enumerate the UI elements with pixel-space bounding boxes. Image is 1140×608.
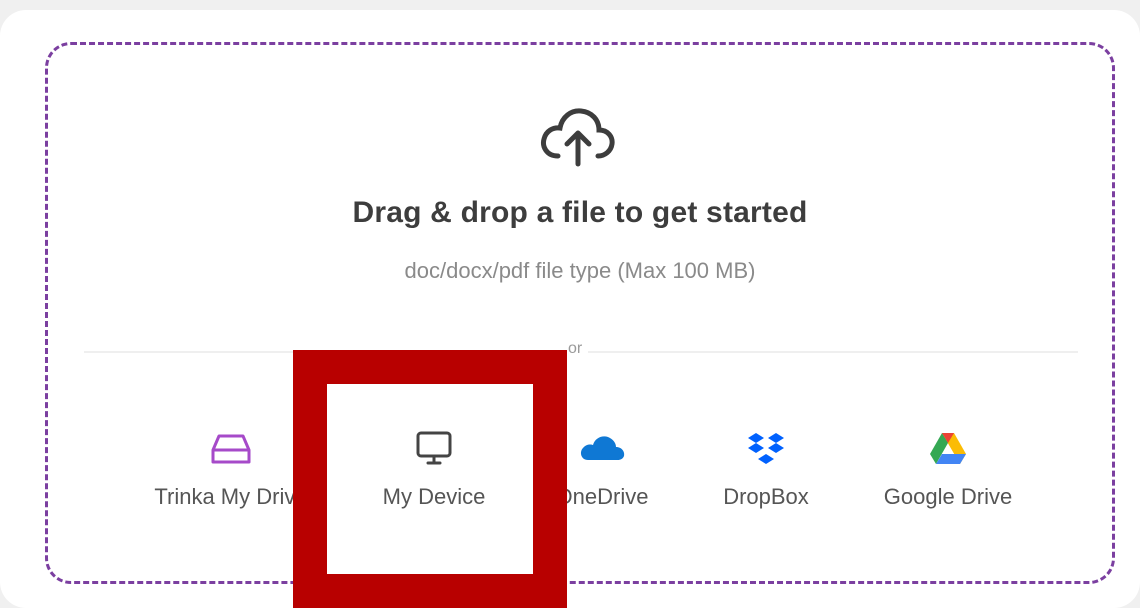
source-label: Trinka My Drive — [154, 484, 308, 509]
cloud-upload-icon — [541, 108, 615, 167]
source-my-device[interactable]: My Device — [354, 430, 514, 520]
source-google-drive[interactable]: Google Drive — [860, 430, 1036, 520]
source-label: My Device — [382, 484, 486, 509]
source-onedrive[interactable]: OneDrive — [520, 430, 684, 520]
source-label: OneDrive — [555, 484, 649, 509]
dropzone-subtitle: doc/docx/pdf file type (Max 100 MB) — [404, 258, 756, 283]
source-dropbox[interactable]: DropBox — [696, 430, 836, 520]
source-trinka-my-drive[interactable]: Trinka My Drive — [116, 430, 346, 520]
dropbox-icon — [748, 433, 784, 464]
drive-tray-icon — [211, 434, 251, 464]
monitor-icon — [416, 431, 452, 465]
source-label: DropBox — [723, 484, 809, 509]
dropzone-title: Drag & drop a file to get started — [352, 196, 808, 229]
divider-or-text: or — [562, 340, 589, 358]
google-drive-icon — [930, 433, 966, 464]
onedrive-cloud-icon — [580, 436, 625, 460]
source-label: Google Drive — [883, 484, 1013, 509]
